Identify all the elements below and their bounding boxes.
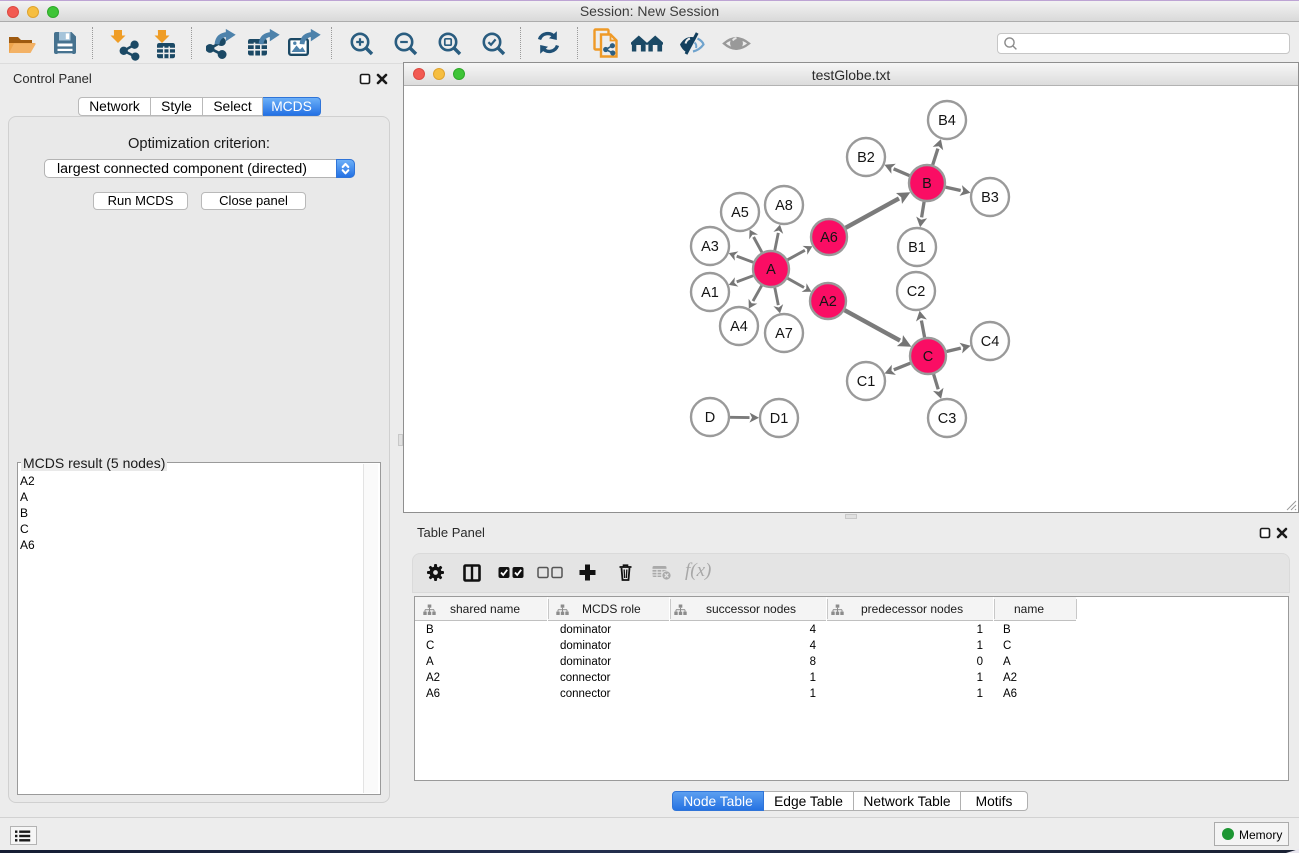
svg-text:A8: A8: [775, 198, 793, 214]
svg-text:A1: A1: [701, 285, 719, 301]
svg-text:A2: A2: [819, 294, 837, 310]
svg-text:B: B: [922, 176, 932, 192]
svg-text:C1: C1: [857, 374, 876, 390]
svg-text:D1: D1: [770, 411, 789, 427]
svg-text:A7: A7: [775, 326, 793, 342]
svg-text:A: A: [766, 262, 776, 278]
svg-text:A4: A4: [730, 319, 748, 335]
svg-text:B4: B4: [938, 113, 956, 129]
svg-text:A6: A6: [820, 230, 838, 246]
svg-text:C4: C4: [981, 334, 1000, 350]
svg-text:D: D: [705, 410, 715, 426]
svg-text:B1: B1: [908, 240, 926, 256]
svg-text:C: C: [923, 349, 933, 365]
svg-text:A5: A5: [731, 205, 749, 221]
svg-text:C2: C2: [907, 284, 926, 300]
svg-text:A3: A3: [701, 239, 719, 255]
svg-text:B3: B3: [981, 190, 999, 206]
svg-text:B2: B2: [857, 150, 875, 166]
svg-text:C3: C3: [938, 411, 957, 427]
